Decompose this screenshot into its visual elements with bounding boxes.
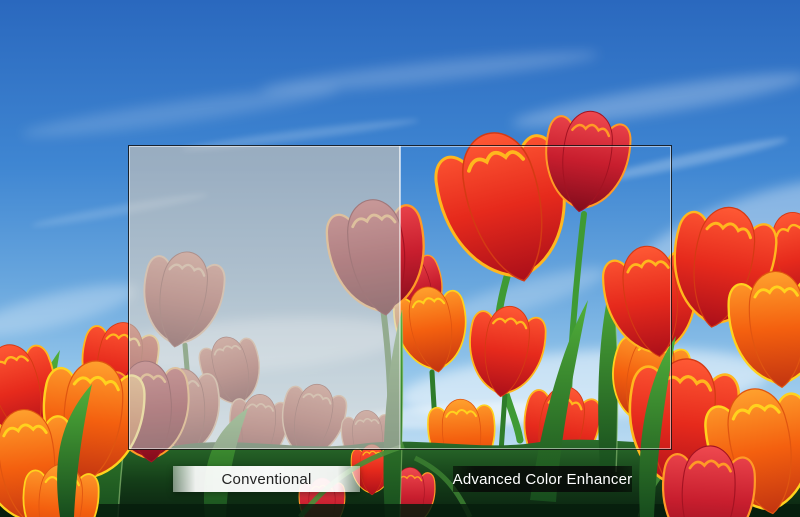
conventional-label: Conventional [173,466,360,492]
advanced-color-enhancer-label-text: Advanced Color Enhancer [453,471,633,488]
advanced-color-enhancer-label: Advanced Color Enhancer [453,466,632,492]
feature-comparison-image: Conventional Advanced Color Enhancer [0,0,800,517]
conventional-label-text: Conventional [222,471,312,488]
tulip-field-photo [0,0,800,517]
